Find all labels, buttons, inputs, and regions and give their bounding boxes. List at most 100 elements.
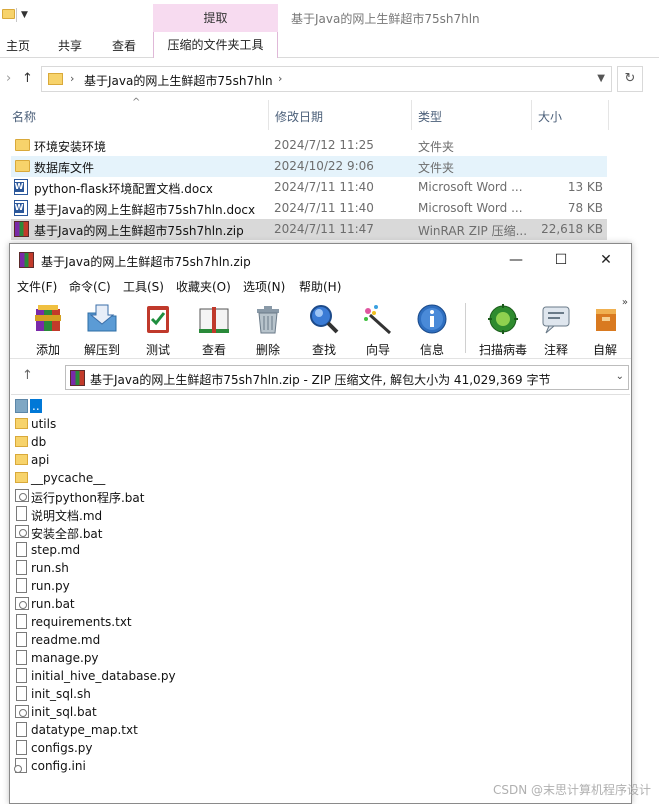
up-arrow-icon[interactable]: ↑ bbox=[22, 71, 33, 86]
chevron-down-icon[interactable]: ⌄ bbox=[616, 371, 624, 382]
address-bar[interactable]: › 基于Java的网上生鲜超市75sh7hln › ▼ bbox=[41, 66, 612, 92]
entry-name: init_sql.bat bbox=[31, 705, 97, 719]
column-header-size[interactable]: 大小 bbox=[538, 108, 562, 125]
document-icon bbox=[16, 650, 27, 665]
file-date: 2024/7/12 11:25 bbox=[274, 138, 374, 152]
close-button[interactable]: ✕ bbox=[586, 248, 626, 272]
tab-share[interactable]: 共享 bbox=[58, 37, 82, 54]
entry-name: run.sh bbox=[31, 561, 69, 575]
file-size: 78 KB bbox=[567, 201, 603, 215]
maximize-button[interactable]: ☐ bbox=[541, 248, 581, 272]
chevron-down-icon[interactable]: ▼ bbox=[597, 73, 605, 84]
breadcrumb-separator-icon[interactable]: › bbox=[278, 72, 282, 85]
virus-scan-button[interactable]: 扫描病毒 bbox=[475, 301, 531, 357]
info-icon bbox=[417, 304, 447, 334]
file-name: 基于Java的网上生鲜超市75sh7hln.zip bbox=[34, 224, 244, 238]
info-button[interactable]: 信息 bbox=[409, 301, 455, 357]
word-doc-icon bbox=[14, 200, 28, 216]
entry-name: run.py bbox=[31, 579, 70, 593]
view-button[interactable]: 查看 bbox=[191, 301, 237, 357]
file-date: 2024/7/11 11:40 bbox=[274, 201, 374, 215]
chevron-down-icon[interactable]: ▼ bbox=[21, 10, 28, 20]
column-header-date[interactable]: 修改日期 bbox=[275, 108, 323, 125]
up-arrow-icon[interactable]: ↑ bbox=[22, 368, 33, 383]
document-icon bbox=[16, 542, 27, 557]
toolbar-label: 信息 bbox=[419, 343, 444, 357]
folder-icon bbox=[15, 139, 30, 151]
ribbon-tabs: 主页 共享 查看 压缩的文件夹工具 bbox=[0, 32, 659, 58]
column-divider[interactable] bbox=[531, 100, 532, 130]
winrar-archive-icon bbox=[14, 221, 29, 237]
archive-file-list[interactable]: .. utils db api __pycache__ 运行python程序.bat 说明文… bbox=[11, 394, 630, 803]
refresh-button[interactable]: ↻ bbox=[617, 66, 643, 92]
file-size: 22,618 KB bbox=[541, 222, 603, 236]
parent-folder-icon bbox=[15, 399, 28, 413]
entry-name: manage.py bbox=[31, 651, 99, 665]
column-header-name[interactable]: 名称 bbox=[12, 108, 36, 125]
toolbar-label: 添加 bbox=[35, 343, 60, 357]
batch-file-icon bbox=[15, 705, 29, 718]
file-row[interactable]: 数据库文件 2024/10/22 9:06 文件夹 bbox=[11, 156, 607, 177]
breadcrumb[interactable]: 基于Java的网上生鲜超市75sh7hln bbox=[84, 72, 273, 89]
winrar-title-bar[interactable]: 基于Java的网上生鲜超市75sh7hln.zip — ☐ ✕ bbox=[10, 244, 631, 275]
column-divider[interactable] bbox=[268, 100, 269, 130]
entry-name: db bbox=[31, 435, 47, 449]
file-row[interactable]: 基于Java的网上生鲜超市75sh7hln.docx 2024/7/11 11:… bbox=[11, 198, 607, 219]
file-date: 2024/10/22 9:06 bbox=[274, 159, 374, 173]
entry-name: datatype_map.txt bbox=[31, 723, 138, 737]
column-divider[interactable] bbox=[608, 100, 609, 130]
menu-options[interactable]: 选项(N) bbox=[243, 278, 285, 295]
document-icon bbox=[16, 668, 27, 683]
winrar-archive-icon bbox=[19, 252, 34, 268]
entry-name: __pycache__ bbox=[31, 471, 106, 485]
file-type: WinRAR ZIP 压缩... bbox=[418, 224, 528, 238]
file-type: Microsoft Word ... bbox=[418, 180, 523, 194]
entry-name: .. bbox=[30, 399, 42, 413]
context-tab-header[interactable]: 提取 bbox=[153, 4, 278, 32]
file-list-header: ^ 名称 修改日期 类型 大小 bbox=[0, 97, 659, 130]
find-button[interactable]: 查找 bbox=[301, 301, 347, 357]
delete-button[interactable]: 删除 bbox=[245, 301, 291, 357]
toolbar-divider bbox=[16, 8, 17, 22]
column-header-type[interactable]: 类型 bbox=[418, 108, 442, 125]
settings-file-icon bbox=[14, 758, 27, 773]
file-name: 数据库文件 bbox=[34, 161, 95, 175]
archive-path: 基于Java的网上生鲜超市75sh7hln.zip - ZIP 压缩文件, 解包… bbox=[90, 373, 551, 387]
menu-file[interactable]: 文件(F) bbox=[17, 278, 57, 295]
winrar-window: 基于Java的网上生鲜超市75sh7hln.zip — ☐ ✕ 文件(F) 命令… bbox=[9, 243, 632, 804]
tab-home[interactable]: 主页 bbox=[6, 37, 30, 54]
add-button[interactable]: 添加 bbox=[25, 301, 71, 357]
sfx-button[interactable]: 自解 bbox=[585, 301, 625, 357]
document-icon bbox=[16, 686, 27, 701]
document-icon bbox=[16, 740, 27, 755]
test-button[interactable]: 测试 bbox=[135, 301, 181, 357]
file-row[interactable]: 基于Java的网上生鲜超市75sh7hln.zip 2024/7/11 11:4… bbox=[11, 219, 607, 240]
find-magnifier-icon bbox=[310, 305, 339, 334]
archive-path-field[interactable]: 基于Java的网上生鲜超市75sh7hln.zip - ZIP 压缩文件, 解包… bbox=[65, 365, 629, 390]
entry-name: initial_hive_database.py bbox=[31, 669, 176, 683]
wizard-wand-icon bbox=[364, 305, 392, 335]
file-row[interactable]: 环境安装环境 2024/7/12 11:25 文件夹 bbox=[11, 135, 607, 156]
menu-commands[interactable]: 命令(C) bbox=[69, 278, 111, 295]
back-arrow-icon[interactable]: › bbox=[6, 71, 11, 86]
file-row[interactable]: python-flask环境配置文档.docx 2024/7/11 11:40 … bbox=[11, 177, 607, 198]
word-doc-icon bbox=[14, 179, 28, 195]
tab-view[interactable]: 查看 bbox=[112, 37, 136, 54]
entry-name: readme.md bbox=[31, 633, 101, 647]
minimize-button[interactable]: — bbox=[496, 248, 536, 272]
comment-button[interactable]: 注释 bbox=[533, 301, 579, 357]
menu-favorites[interactable]: 收藏夹(O) bbox=[176, 278, 231, 295]
column-divider[interactable] bbox=[411, 100, 412, 130]
menu-bar: 文件(F) 命令(C) 工具(S) 收藏夹(O) 选项(N) 帮助(H) bbox=[10, 277, 631, 297]
toolbar-overflow-icon[interactable]: » bbox=[622, 297, 628, 308]
entry-name: 说明文档.md bbox=[31, 509, 103, 523]
menu-tools[interactable]: 工具(S) bbox=[123, 278, 164, 295]
wizard-button[interactable]: 向导 bbox=[355, 301, 401, 357]
menu-help[interactable]: 帮助(H) bbox=[299, 278, 341, 295]
extract-to-button[interactable]: 解压到 bbox=[79, 301, 125, 357]
folder-icon bbox=[15, 160, 30, 172]
toolbar-label: 测试 bbox=[145, 343, 170, 357]
tab-compressed-folder-tools[interactable]: 压缩的文件夹工具 bbox=[153, 32, 278, 58]
document-icon bbox=[16, 578, 27, 593]
test-icon bbox=[147, 306, 169, 333]
